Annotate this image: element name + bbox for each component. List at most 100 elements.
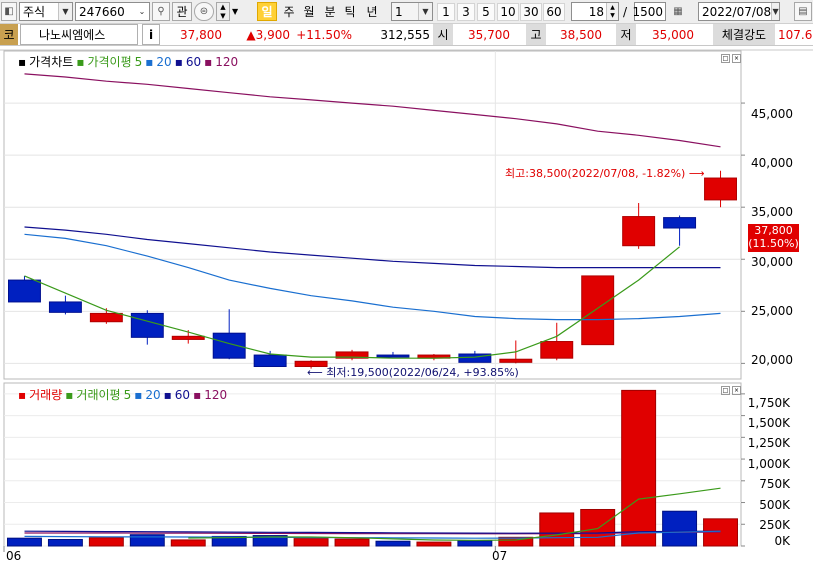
view-count-input[interactable]: 18 ▲ ▼ <box>571 2 619 21</box>
legend-mark-icon: ▪ <box>18 387 27 402</box>
legend-mark-icon: ▪ <box>163 387 172 402</box>
price-ma-60: 60 <box>185 54 202 69</box>
close-icon[interactable]: × <box>732 386 741 395</box>
volume-bar <box>88 537 124 547</box>
down-arrow-icon[interactable]: ▼ <box>217 12 229 21</box>
price-ma-120: 120 <box>215 54 239 69</box>
view-count-spinner[interactable]: ▲ ▼ <box>606 3 618 20</box>
interval-10[interactable]: 10 <box>497 3 519 21</box>
date-value: 2022/07/08 <box>702 4 772 19</box>
candle-body <box>581 275 615 346</box>
volume-bar <box>334 538 370 547</box>
interest-button[interactable]: 관 <box>172 2 192 21</box>
stock-code-input[interactable]: 247660 ⌄ <box>75 2 150 21</box>
interval-5[interactable]: 5 <box>477 3 495 21</box>
volume-bar <box>457 540 493 547</box>
price-tick: 35,000 <box>751 205 793 219</box>
legend-mark-icon: ▪ <box>134 387 143 402</box>
info-button[interactable]: i <box>142 24 160 45</box>
dropdown-arrow-icon[interactable]: ▼ <box>232 2 244 21</box>
close-icon[interactable]: × <box>732 54 741 63</box>
interval-select[interactable]: 1 ▼ <box>391 2 433 21</box>
strength-label: 체결강도 <box>713 24 775 45</box>
price-ma-label: 가격이평 <box>87 55 132 69</box>
date-select[interactable]: 2022/07/08 ▼ <box>698 2 780 21</box>
up-arrow-icon[interactable]: ▲ <box>607 3 618 12</box>
volume-bar <box>170 539 206 547</box>
interval-30[interactable]: 30 <box>520 3 542 21</box>
market-tag: 코 <box>0 24 18 45</box>
maximize-icon[interactable]: □ <box>721 54 730 63</box>
volume-tick: 500K <box>759 498 790 512</box>
chevron-down-icon: ▼ <box>418 3 432 20</box>
open-price: 35,700 <box>468 27 510 42</box>
volume-bar <box>416 541 452 547</box>
toolbar: ◧ 주식 ▼ 247660 ⌄ ⚲ 관 ⊜ ▲ ▼ ▼ 일 주 월 분 틱 년 … <box>0 0 813 24</box>
view-count-value: 18 <box>588 4 604 19</box>
candle-body <box>663 217 697 229</box>
volume-bar <box>539 512 575 547</box>
period-month[interactable]: 월 <box>299 2 319 21</box>
volume-ma-60: 60 <box>174 387 191 402</box>
chevron-down-icon: ⌄ <box>135 3 149 20</box>
candle-body <box>622 216 656 247</box>
volume-value: 312,555 <box>380 27 430 42</box>
volume-bar <box>375 540 411 547</box>
stock-name: 나노씨엠에스 <box>20 24 138 45</box>
low-price: 35,000 <box>652 27 694 42</box>
current-price: 37,800 <box>180 27 222 42</box>
interval-1[interactable]: 1 <box>437 3 455 21</box>
candle-body <box>376 354 410 358</box>
legend-mark-icon: ▪ <box>76 54 85 69</box>
legend-mark-icon: ▪ <box>65 387 74 402</box>
candle-body <box>8 279 41 303</box>
screen-menu-icon[interactable]: ◧ <box>1 2 17 21</box>
volume-ma-label: 거래이평 <box>76 388 121 402</box>
period-day[interactable]: 일 <box>257 2 277 21</box>
volume-legend: ▪ 거래량 ▪ 거래이평 5 ▪ 20 ▪ 60 ▪ 120 <box>18 386 227 403</box>
candle-body <box>499 358 533 363</box>
legend-mark-icon: ▪ <box>193 387 202 402</box>
legend-mark-icon: ▪ <box>18 54 27 69</box>
save-icon[interactable]: ▤ <box>794 2 812 21</box>
chart-canvas[interactable] <box>0 46 813 565</box>
current-price-badge: 37,800 (11.50%) <box>748 224 799 252</box>
price-tick: 45,000 <box>751 107 793 121</box>
maximize-icon[interactable]: □ <box>721 386 730 395</box>
period-minute[interactable]: 분 <box>320 2 340 21</box>
x-label-june: 06 <box>6 549 22 563</box>
stock-spinner[interactable]: ▲ ▼ <box>216 2 230 21</box>
volume-tick: 0K <box>774 534 790 548</box>
market-select[interactable]: 주식 ▼ <box>19 2 73 21</box>
volume-tick: 250K <box>759 518 790 532</box>
candle-body <box>253 354 287 368</box>
total-count-input[interactable]: 1500 <box>632 2 666 21</box>
period-year[interactable]: 년 <box>362 2 382 21</box>
price-ma-20: 20 <box>156 54 172 69</box>
period-tick[interactable]: 틱 <box>340 2 360 21</box>
price-legend-title: 가격차트 <box>29 55 74 69</box>
volume-bar <box>293 538 329 547</box>
interval-60[interactable]: 60 <box>543 3 565 21</box>
low-annotation-text: 최저:19,500(2022/06/24, +93.85%) <box>326 366 519 379</box>
volume-tick: 1,000K <box>747 457 790 471</box>
stock-code-value: 247660 <box>79 4 125 19</box>
open-label: 시 <box>433 24 453 45</box>
volume-bar <box>580 508 616 547</box>
badge-price: 37,800 <box>754 224 793 237</box>
price-tick: 20,000 <box>751 353 793 367</box>
grid-icon[interactable]: ▦ <box>669 2 687 21</box>
strength-value: 107.6 <box>778 27 813 42</box>
down-arrow-icon[interactable]: ▼ <box>607 11 618 20</box>
candle-body <box>48 301 82 313</box>
badge-rate: (11.50%) <box>748 237 799 250</box>
chart-area[interactable]: ▪ 가격차트 ▪ 가격이평 5 ▪ 20 ▪ 60 ▪ 120 ▪ 거래량 ▪ … <box>0 46 813 565</box>
search-icon[interactable]: ⚲ <box>152 2 170 21</box>
link-icon[interactable]: ⊜ <box>194 2 214 21</box>
arrow-left-icon: ⟵ <box>307 366 323 379</box>
interval-3[interactable]: 3 <box>457 3 475 21</box>
volume-bar <box>662 510 698 547</box>
up-arrow-icon[interactable]: ▲ <box>217 3 229 12</box>
period-week[interactable]: 주 <box>279 2 299 21</box>
high-annotation-text: 최고:38,500(2022/07/08, -1.82%) <box>505 167 686 180</box>
